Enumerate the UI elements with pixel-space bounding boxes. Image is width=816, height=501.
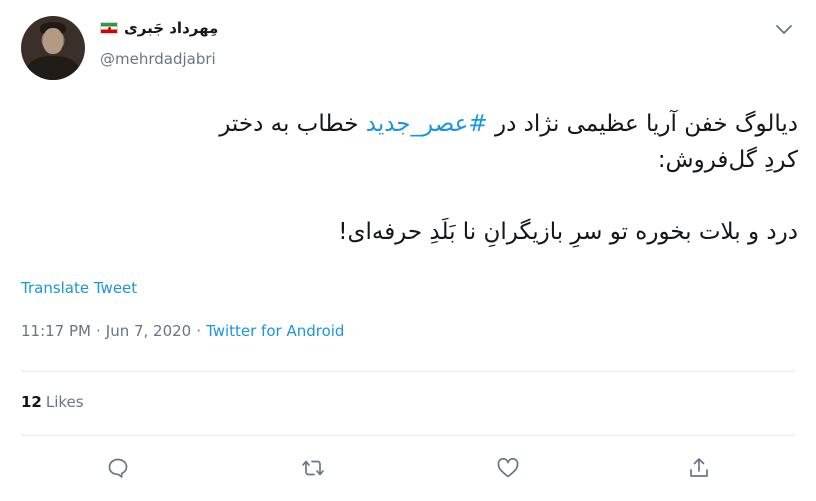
retweet-icon	[302, 460, 324, 476]
share-button[interactable]	[686, 455, 712, 481]
meta-separator: ·	[196, 322, 202, 340]
share-icon	[690, 458, 708, 477]
heart-icon	[497, 457, 519, 478]
author-name-row[interactable]: مِهرداد جَبری	[100, 19, 218, 37]
author-username[interactable]: @mehrdadjabri	[100, 50, 216, 68]
avatar-body	[27, 56, 79, 80]
translate-tweet-link[interactable]: Translate Tweet	[21, 279, 137, 297]
hashtag-link[interactable]: #عصر_جدید	[366, 111, 488, 137]
tweet-source-link[interactable]: Twitter for Android	[206, 322, 344, 340]
author-display-name[interactable]: مِهرداد جَبری	[124, 19, 218, 37]
like-button[interactable]	[495, 455, 521, 481]
tweet-text-part-1: دیالوگ خفن آریا عظیمی نژاد در	[487, 111, 798, 137]
reply-button[interactable]	[105, 455, 131, 481]
tweet-text: دیالوگ خفن آریا عظیمی نژاد در #عصر_جدید …	[200, 106, 798, 250]
tweet-meta: 11:17 PM · Jun 7, 2020 · Twitter for And…	[21, 322, 344, 340]
likes-count: 12	[21, 393, 42, 411]
likes-label: Likes	[45, 393, 84, 411]
reply-icon	[108, 458, 128, 478]
chevron-down-icon[interactable]	[774, 22, 794, 38]
meta-separator: ·	[95, 322, 101, 340]
avatar-face	[43, 28, 63, 54]
iran-flag-icon	[100, 22, 118, 34]
tweet-date[interactable]: Jun 7, 2020	[106, 322, 191, 340]
divider	[21, 435, 796, 436]
likes-stat[interactable]: 12 Likes	[21, 393, 84, 411]
tweet-card: مِهرداد جَبری @mehrdadjabri دیالوگ خفن آ…	[0, 0, 816, 501]
tweet-time[interactable]: 11:17 PM	[21, 322, 91, 340]
avatar[interactable]	[21, 16, 85, 80]
divider	[21, 371, 796, 372]
retweet-button[interactable]	[300, 455, 326, 481]
